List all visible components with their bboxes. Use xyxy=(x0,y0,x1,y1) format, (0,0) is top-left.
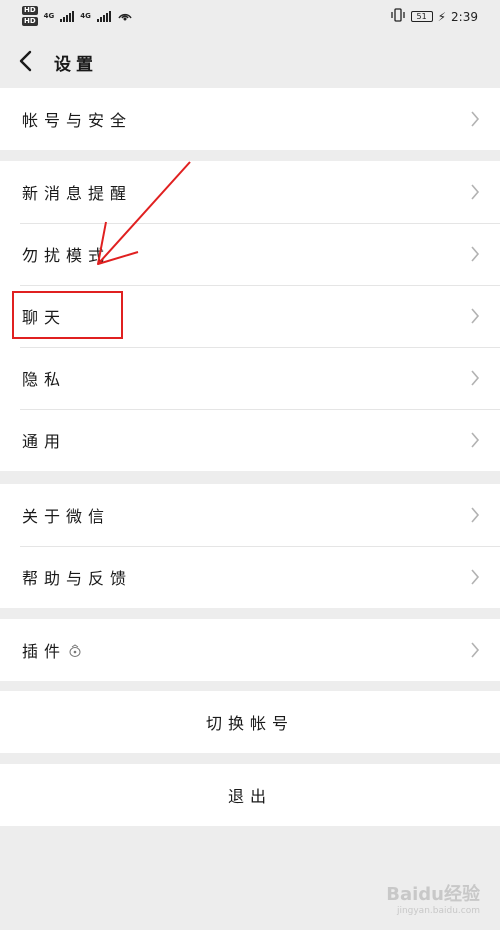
hotspot-icon xyxy=(117,8,133,25)
settings-item-label: 插件 xyxy=(22,642,67,661)
status-right: 51 ⚡ 2:39 xyxy=(390,8,478,25)
settings-item-label: 帐号与安全 xyxy=(22,111,133,130)
settings-item-label: 通用 xyxy=(22,432,67,451)
battery-icon: 51 xyxy=(410,11,433,22)
settings-item-do-not-disturb[interactable]: 勿扰模式 xyxy=(0,223,500,285)
settings-item-privacy[interactable]: 隐私 xyxy=(0,347,500,409)
settings-group-account: 帐号与安全 xyxy=(0,88,500,150)
settings-item-chat[interactable]: 聊天 xyxy=(0,285,500,347)
page-title: 设置 xyxy=(54,55,98,75)
nav-bar: 设置 xyxy=(0,34,500,88)
watermark: Baidu经验 jingyan.baidu.com xyxy=(386,880,480,916)
settings-item-label: 关于微信 xyxy=(22,507,111,526)
logout-button[interactable]: 退出 xyxy=(0,764,500,826)
settings-group-about: 关于微信 帮助与反馈 xyxy=(0,484,500,608)
settings-item-account-security[interactable]: 帐号与安全 xyxy=(0,88,500,150)
hd-badge-1: HD xyxy=(22,6,38,15)
settings-item-general[interactable]: 通用 xyxy=(0,409,500,471)
chevron-right-icon xyxy=(470,183,480,201)
chevron-right-icon xyxy=(470,369,480,387)
signal-icon-1 xyxy=(60,10,75,22)
network-type-2: 4G xyxy=(80,12,91,20)
status-left: HD HD 4G 4G xyxy=(22,6,133,26)
settings-item-help-feedback[interactable]: 帮助与反馈 xyxy=(0,546,500,608)
settings-item-label: 勿扰模式 xyxy=(22,246,111,265)
chevron-right-icon xyxy=(470,245,480,263)
switch-account-button[interactable]: 切换帐号 xyxy=(0,691,500,753)
settings-item-label: 隐私 xyxy=(22,370,67,389)
chevron-right-icon xyxy=(470,431,480,449)
settings-item-about-wechat[interactable]: 关于微信 xyxy=(0,484,500,546)
chevron-right-icon xyxy=(470,641,480,659)
watermark-url: jingyan.baidu.com xyxy=(396,906,480,916)
switch-account-section: 切换帐号 xyxy=(0,691,500,753)
signal-icon-2 xyxy=(96,10,111,22)
status-bar: HD HD 4G 4G 51 ⚡ 2:39 xyxy=(0,0,500,34)
clock: 2:39 xyxy=(451,9,478,24)
watermark-brand: Baidu经验 xyxy=(386,884,480,905)
settings-item-plugins[interactable]: 插件 xyxy=(0,619,500,681)
hd-badge-2: HD xyxy=(22,17,38,26)
charging-icon: ⚡ xyxy=(437,9,447,24)
settings-group-general: 新消息提醒 勿扰模式 聊天 隐私 通用 xyxy=(0,161,500,471)
vibrate-icon xyxy=(390,8,406,25)
network-type-1: 4G xyxy=(43,12,55,20)
chevron-right-icon xyxy=(470,506,480,524)
settings-item-label: 聊天 xyxy=(22,308,67,327)
chevron-right-icon xyxy=(470,307,480,325)
settings-item-label: 新消息提醒 xyxy=(22,184,133,203)
chevron-right-icon xyxy=(470,568,480,586)
settings-item-label: 帮助与反馈 xyxy=(22,569,133,588)
back-button[interactable] xyxy=(16,48,36,74)
logout-section: 退出 xyxy=(0,764,500,826)
plugin-icon xyxy=(68,643,82,657)
settings-item-new-message-notifications[interactable]: 新消息提醒 xyxy=(0,161,500,223)
settings-group-plugins: 插件 xyxy=(0,619,500,681)
chevron-right-icon xyxy=(470,110,480,128)
chevron-left-icon xyxy=(19,50,32,72)
